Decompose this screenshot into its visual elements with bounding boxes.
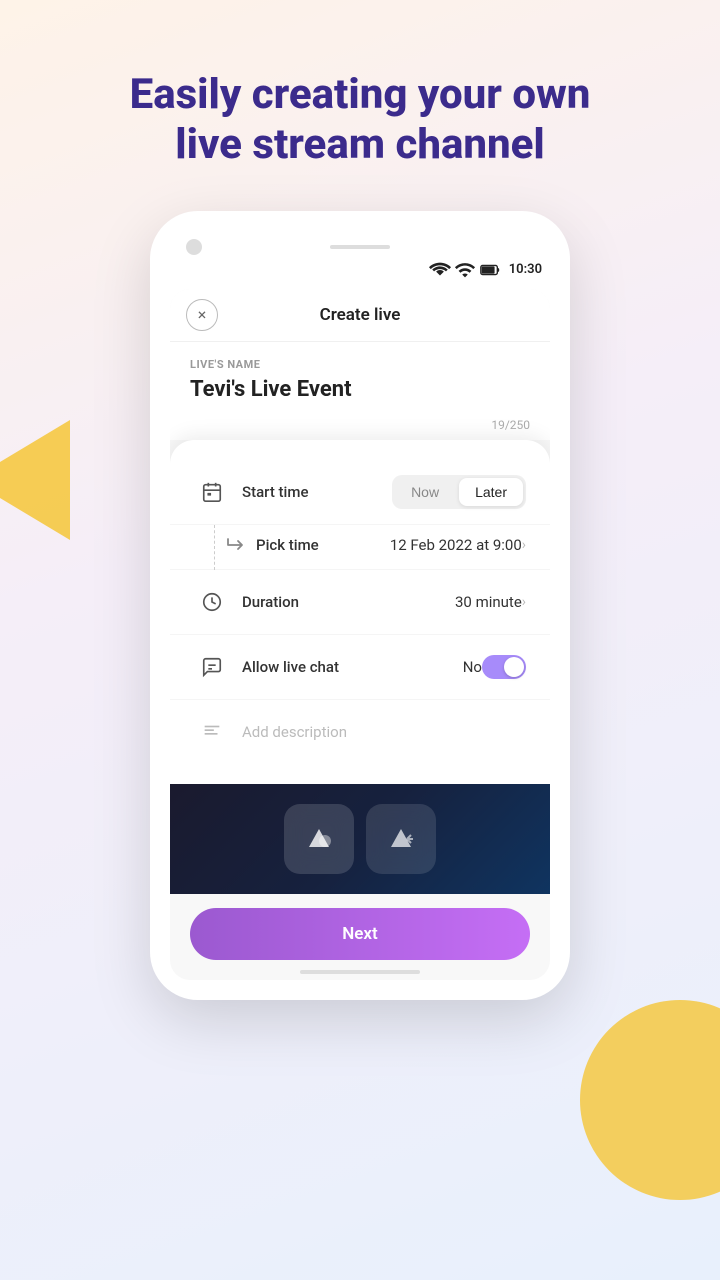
pick-time-arrow-icon [226,535,246,555]
pick-time-row[interactable]: Pick time 12 Feb 2022 at 9:00 › [170,525,550,570]
char-count: 19/250 [170,414,550,440]
create-live-header: × Create live [170,289,550,342]
phone-camera [186,239,202,255]
pick-time-label: Pick time [256,536,390,554]
pick-time-value: 12 Feb 2022 at 9:00 [390,536,522,554]
duration-chevron: › [522,594,526,610]
wifi-icon [429,259,451,281]
signal-icon [454,259,476,281]
live-name-section: LIVE'S NAME Tevi's Live Event [170,342,550,414]
close-button[interactable]: × [186,299,218,331]
status-bar: 10:30 [170,259,550,289]
start-time-label: Start time [242,483,392,501]
toggle-thumb [504,657,524,677]
duration-row[interactable]: Duration 30 minute › [170,570,550,635]
allow-chat-label: Allow live chat [242,658,463,676]
settings-sheet: Start time Now Later Pick time 12 Feb 2 [170,440,550,784]
description-icon [194,714,230,750]
allow-chat-row: Allow live chat No [170,635,550,700]
next-button[interactable]: Next [190,908,530,960]
phone-mockup: 10:30 × Create live LIVE'S NAME Tevi's L… [150,211,570,1000]
dashed-connector [214,525,215,570]
battery-icon [479,259,501,281]
duration-icon [194,584,230,620]
phone-bottom-bar [300,970,420,974]
stream-icon-2 [366,804,436,874]
status-time: 10:30 [509,262,542,277]
start-time-row: Start time Now Later [170,460,550,525]
duration-value: 30 minute [455,593,522,611]
pick-time-chevron: › [522,537,526,553]
image-section [170,784,550,894]
live-name-value: Tevi's Live Event [190,377,530,402]
bg-triangle-decoration [0,420,70,540]
description-row[interactable]: Add description [170,700,550,764]
duration-label: Duration [242,593,455,611]
bg-circle-decoration [580,1000,720,1200]
allow-chat-toggle[interactable] [482,655,526,679]
allow-chat-status: No [463,658,482,676]
start-time-toggle: Now Later [392,475,526,509]
stream-icon-1 [284,804,354,874]
status-icons [429,259,501,281]
phone-content: × Create live LIVE'S NAME Tevi's Live Ev… [170,289,550,980]
image-overlay [284,804,436,874]
start-time-icon [194,474,230,510]
now-button[interactable]: Now [395,478,455,506]
create-live-title: Create live [320,305,401,325]
pick-time-container: Pick time 12 Feb 2022 at 9:00 › [170,525,550,570]
live-name-label: LIVE'S NAME [190,358,530,371]
description-placeholder: Add description [242,723,347,741]
phone-top-bar [170,231,550,259]
later-button[interactable]: Later [459,478,523,506]
phone-speaker [330,245,390,249]
page-title: Easily creating your own live stream cha… [0,0,720,211]
chat-icon [194,649,230,685]
